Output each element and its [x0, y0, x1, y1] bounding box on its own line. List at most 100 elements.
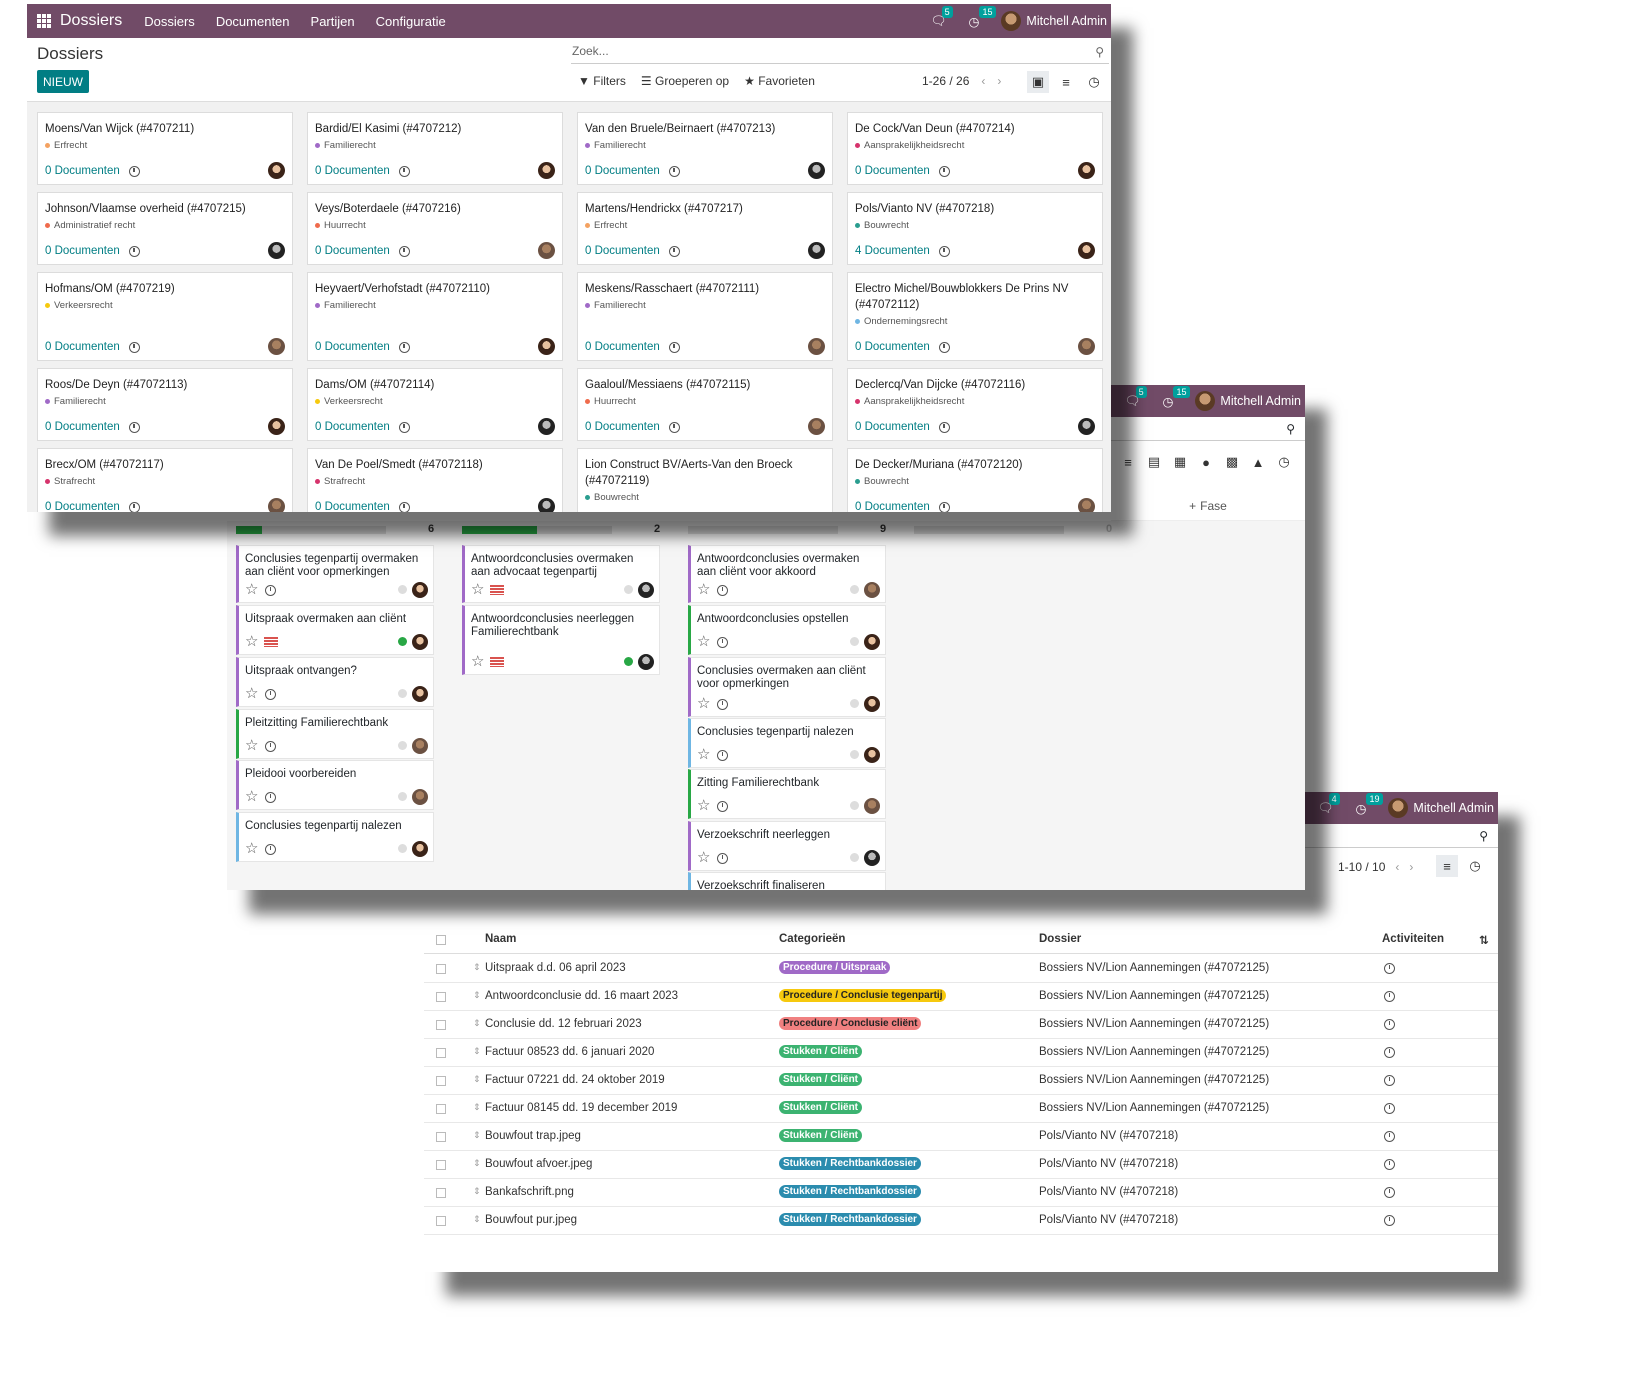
activity-clock-icon[interactable]	[1384, 1215, 1395, 1226]
avatar[interactable]	[1078, 242, 1095, 259]
activity-view-icon[interactable]: ◷	[1273, 451, 1295, 473]
avatar[interactable]	[538, 418, 555, 435]
menu-partijen[interactable]: Partijen	[311, 14, 355, 29]
search-icon[interactable]: ⚲	[1095, 45, 1104, 59]
documents-link[interactable]: 4 Documenten	[855, 245, 950, 257]
kanban-state-dot[interactable]	[398, 844, 407, 853]
table-row[interactable]: ⇕ Factuur 08145 dd. 19 december 2019 Stukk…	[424, 1095, 1498, 1123]
avatar[interactable]	[638, 654, 654, 670]
task-card[interactable]: Conclusies tegenpartij nalezen ☆	[688, 718, 886, 768]
avatar[interactable]	[1078, 162, 1095, 179]
activity-clock-icon[interactable]	[668, 341, 680, 353]
task-card[interactable]: Pleitzitting Familierechtbank ☆	[236, 709, 434, 759]
avatar[interactable]	[864, 634, 880, 650]
avatar[interactable]	[808, 242, 825, 259]
kanban-state-dot[interactable]	[398, 741, 407, 750]
kanban-state-dot[interactable]	[624, 657, 633, 666]
menu-configuratie[interactable]: Configuratie	[376, 14, 446, 29]
table-row[interactable]: ⇕ Factuur 08523 dd. 6 januari 2020 Stukken…	[424, 1039, 1498, 1067]
documents-link[interactable]: 0 Documenten	[855, 501, 950, 512]
header-activities[interactable]: Activiteiten	[1382, 933, 1444, 945]
activity-clock-icon[interactable]	[717, 584, 729, 596]
row-checkbox[interactable]	[436, 1160, 446, 1170]
activity-clock-icon[interactable]	[717, 636, 729, 648]
task-card[interactable]: Antwoordconclusies overmaken aan advocaa…	[462, 545, 660, 603]
avatar[interactable]	[864, 850, 880, 866]
avatar[interactable]	[268, 418, 285, 435]
avatar[interactable]	[412, 582, 428, 598]
documents-link[interactable]: 0 Documenten	[585, 165, 680, 177]
avatar[interactable]	[268, 242, 285, 259]
task-card[interactable]: Verzoekschrift finaliseren	[688, 872, 886, 890]
activity-clock-icon[interactable]	[938, 501, 950, 512]
apps-menu-icon[interactable]	[37, 14, 51, 28]
priority-star-icon[interactable]: ☆	[697, 798, 710, 813]
activities-button[interactable]: ◷ 15	[1162, 385, 1190, 409]
activity-clock-icon[interactable]	[938, 165, 950, 177]
activity-clock-icon[interactable]	[398, 501, 410, 512]
drag-handle-icon[interactable]: ⇕	[473, 990, 481, 1001]
table-row[interactable]: ⇕ Bouwfout afvoer.jpeg Stukken / Rechtbank…	[424, 1151, 1498, 1179]
row-checkbox[interactable]	[436, 1076, 446, 1086]
row-activity[interactable]	[1384, 1159, 1395, 1173]
dossier-card[interactable]: Moens/Van Wijck (#4707211) Erfrecht 0 Docu…	[37, 112, 293, 185]
select-all-checkbox[interactable]	[436, 935, 446, 945]
drag-handle-icon[interactable]: ⇕	[473, 1186, 481, 1197]
task-card[interactable]: Conclusies tegenpartij overmaken aan cli…	[236, 545, 434, 603]
priority-star-icon[interactable]: ☆	[697, 850, 710, 865]
header-dossier[interactable]: Dossier	[1039, 933, 1081, 945]
dossier-card[interactable]: Meskens/Rasschaert (#47072111) Familierec…	[577, 272, 833, 361]
dossier-card[interactable]: Roos/De Deyn (#47072113) Familierecht 0 Do…	[37, 368, 293, 441]
drag-handle-icon[interactable]: ⇕	[473, 1018, 481, 1029]
priority-star-icon[interactable]: ☆	[245, 789, 258, 804]
calendar-view-icon[interactable]: ▦	[1169, 451, 1191, 473]
activity-clock-icon[interactable]	[265, 791, 277, 803]
row-checkbox[interactable]	[436, 1188, 446, 1198]
avatar[interactable]	[268, 338, 285, 355]
avatar[interactable]	[538, 338, 555, 355]
documents-link[interactable]: 0 Documenten	[855, 165, 950, 177]
dossier-card[interactable]: Lion Construct BV/Aerts-Van den Broeck (…	[577, 448, 833, 512]
drag-handle-icon[interactable]: ⇕	[473, 1214, 481, 1225]
row-activity[interactable]	[1384, 1215, 1395, 1229]
task-card[interactable]: Conclusies overmaken aan cliënt voor opm…	[688, 657, 886, 717]
avatar[interactable]	[412, 634, 428, 650]
documents-link[interactable]: 0 Documenten	[855, 421, 950, 433]
documents-link[interactable]: 0 Documenten	[855, 341, 950, 353]
activity-clock-icon[interactable]	[1384, 1131, 1395, 1142]
avatar[interactable]	[412, 738, 428, 754]
dossier-card[interactable]: Electro Michel/Bouwblokkers De Prins NV …	[847, 272, 1103, 361]
documents-link[interactable]: 0 Documenten	[315, 341, 410, 353]
documents-link[interactable]: 0 Documenten	[585, 245, 680, 257]
priority-star-icon[interactable]: ☆	[697, 747, 710, 762]
dossier-card[interactable]: Brecx/OM (#47072117) Strafrecht 0 Document…	[37, 448, 293, 512]
header-categories[interactable]: Categorieën	[779, 933, 845, 945]
search-input[interactable]: Zoek... ⚲	[571, 40, 1109, 64]
user-menu[interactable]: Mitchell Admin	[1001, 11, 1107, 31]
activity-clock-icon[interactable]	[668, 421, 680, 433]
drag-handle-icon[interactable]: ⇕	[473, 962, 481, 973]
documents-link[interactable]: 0 Documenten	[315, 245, 410, 257]
documents-link[interactable]: 0 Documenten	[585, 341, 680, 353]
table-row[interactable]: ⇕ Bouwfout pur.jpeg Stukken / Rechtbankdos…	[424, 1207, 1498, 1235]
activity-clock-icon[interactable]	[128, 341, 140, 353]
activity-clock-icon[interactable]	[1384, 991, 1395, 1002]
priority-star-icon[interactable]: ☆	[697, 634, 710, 649]
priority-star-icon[interactable]: ☆	[697, 696, 710, 711]
row-activity[interactable]	[1384, 1131, 1395, 1145]
row-checkbox[interactable]	[436, 1104, 446, 1114]
documents-link[interactable]: 0 Documenten	[585, 421, 680, 433]
row-activity[interactable]	[1384, 991, 1395, 1005]
documents-link[interactable]: 0 Documenten	[45, 245, 140, 257]
activity-clock-icon[interactable]	[938, 341, 950, 353]
activity-clock-icon[interactable]	[398, 341, 410, 353]
priority-star-icon[interactable]: ☆	[245, 582, 258, 597]
avatar[interactable]	[412, 841, 428, 857]
documents-link[interactable]: 0 Documenten	[315, 501, 410, 512]
messages-button[interactable]: 🗨 4	[1318, 792, 1340, 816]
task-card[interactable]: Antwoordconclusies neerleggen Familierec…	[462, 605, 660, 675]
messages-button[interactable]: 🗨 5	[931, 5, 953, 29]
activity-clock-icon[interactable]	[265, 740, 277, 752]
filters-button[interactable]: ▼ Filters	[578, 74, 626, 88]
list-view-icon[interactable]: ≡	[1117, 451, 1139, 473]
